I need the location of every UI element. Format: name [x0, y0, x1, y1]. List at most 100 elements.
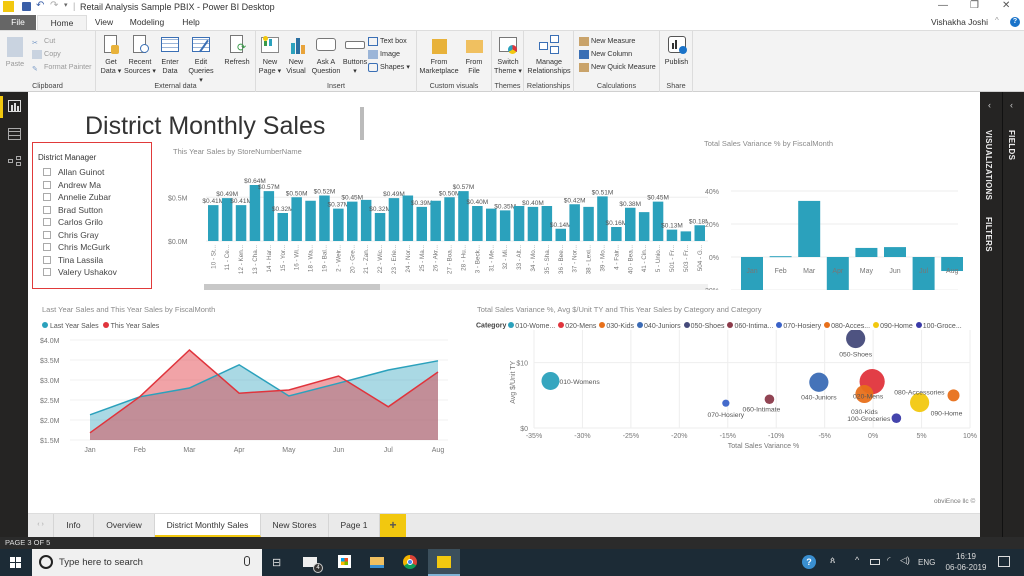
- legend-item[interactable]: 040-Juniors: [637, 322, 681, 330]
- store-icon[interactable]: [338, 555, 351, 568]
- legend-item[interactable]: 100-Groce...: [915, 322, 962, 330]
- slicer-item[interactable]: Chris McGurk: [43, 241, 110, 253]
- expand-visualizations-icon[interactable]: ‹: [988, 100, 991, 110]
- legend-item[interactable]: 030-Kids: [599, 322, 634, 330]
- publish-button[interactable]: Publish: [662, 35, 691, 66]
- volume-icon[interactable]: ◁): [900, 555, 910, 566]
- people-icon[interactable]: ጰ: [830, 555, 835, 566]
- text-box-button[interactable]: Text box: [368, 35, 407, 47]
- edit-queries-button[interactable]: Edit Queries ▾: [186, 35, 216, 84]
- battery-icon[interactable]: [870, 559, 880, 565]
- slicer-item[interactable]: Annelie Zubar: [43, 191, 111, 203]
- slicer-item[interactable]: Allan Guinot: [43, 166, 104, 178]
- model-view-icon[interactable]: [8, 156, 22, 166]
- checkbox[interactable]: [43, 255, 51, 264]
- manage-relationships-button[interactable]: Manage Relationships: [525, 35, 573, 75]
- tab-modeling[interactable]: Modeling: [122, 15, 172, 30]
- cut-button[interactable]: ✂ Cut: [32, 35, 55, 47]
- scroll-tabs-buttons[interactable]: ‹ ›: [28, 514, 54, 537]
- new-quick-measure-button[interactable]: New Quick Measure: [579, 61, 656, 73]
- tab-file[interactable]: File: [0, 15, 36, 30]
- windows-start-icon[interactable]: [10, 557, 21, 568]
- slicer-item[interactable]: Valery Ushakov: [43, 266, 117, 278]
- help-icon[interactable]: ?: [1010, 17, 1020, 27]
- new-visual-button[interactable]: New Visual: [284, 35, 308, 75]
- tab-home[interactable]: Home: [37, 15, 87, 30]
- action-center-icon[interactable]: [998, 556, 1010, 567]
- checkbox[interactable]: [43, 268, 51, 276]
- checkbox[interactable]: [43, 205, 51, 214]
- help-tray-icon[interactable]: ?: [802, 555, 816, 569]
- add-page-button[interactable]: +: [380, 514, 406, 537]
- shapes-button[interactable]: Shapes ▾: [368, 61, 410, 73]
- file-explorer-icon[interactable]: [370, 557, 384, 568]
- show-hidden-icons[interactable]: ^: [855, 555, 859, 565]
- checkbox[interactable]: [43, 243, 51, 251]
- page-tab-info[interactable]: Info: [54, 514, 94, 537]
- from-file-button[interactable]: From File: [461, 35, 487, 75]
- copy-button[interactable]: Copy: [32, 48, 61, 60]
- slicer-item[interactable]: Chris Gray: [43, 229, 99, 241]
- language-indicator[interactable]: ENG: [918, 558, 935, 567]
- clock-date[interactable]: 06-06-2019: [941, 563, 991, 572]
- enter-data-button[interactable]: Enter Data: [158, 35, 182, 75]
- legend-item[interactable]: 060-Intima...: [727, 322, 773, 330]
- report-view-icon[interactable]: [8, 100, 21, 112]
- legend-item[interactable]: 080-Acces...: [824, 322, 870, 330]
- new-page-button[interactable]: New Page ▾: [258, 35, 282, 75]
- new-column-button[interactable]: New Column: [579, 48, 632, 60]
- microphone-icon[interactable]: [244, 556, 250, 566]
- slicer-item[interactable]: Brad Sutton: [43, 204, 103, 216]
- legend-item[interactable]: 020-Mens: [558, 322, 596, 330]
- tab-view[interactable]: View: [88, 15, 120, 30]
- tab-help[interactable]: Help: [176, 15, 206, 30]
- paste-button[interactable]: Paste: [4, 37, 26, 68]
- checkbox[interactable]: [43, 168, 51, 176]
- restore-button[interactable]: ❐: [970, 0, 979, 11]
- legend-item[interactable]: 070-Hosiery: [776, 322, 821, 330]
- expand-fields-icon[interactable]: ‹: [1010, 100, 1013, 110]
- legend-item[interactable]: 050-Shoes: [683, 322, 724, 330]
- filters-pane-tab[interactable]: FILTERS: [984, 217, 993, 252]
- checkbox[interactable]: [43, 193, 51, 201]
- task-view-icon[interactable]: ⊟: [272, 556, 281, 569]
- from-marketplace-button[interactable]: From Marketplace: [419, 35, 459, 75]
- recent-sources-button[interactable]: Recent Sources ▾: [124, 35, 156, 75]
- switch-theme-button[interactable]: Switch Theme ▾: [493, 35, 523, 75]
- chrome-icon[interactable]: [403, 555, 417, 569]
- minimize-button[interactable]: —: [938, 0, 948, 11]
- quick-access-dropdown-icon[interactable]: ▾: [64, 1, 68, 9]
- legend-item[interactable]: This Year Sales: [102, 322, 159, 330]
- collapse-ribbon-icon[interactable]: ^: [995, 16, 999, 25]
- get-data-button[interactable]: Get Data ▾: [100, 35, 122, 75]
- chart-scrollbar-track[interactable]: [204, 284, 708, 290]
- taskbar-search-box[interactable]: Type here to search: [32, 549, 262, 576]
- undo-icon[interactable]: ↶: [36, 0, 44, 11]
- powerbi-taskbar-button[interactable]: [428, 549, 460, 576]
- data-view-icon[interactable]: [8, 128, 21, 140]
- redo-icon[interactable]: ↷: [50, 0, 58, 11]
- page-tab-district-monthly-sales[interactable]: District Monthly Sales: [155, 514, 261, 537]
- format-painter-button[interactable]: ✎ Format Painter: [32, 61, 92, 73]
- checkbox[interactable]: [43, 180, 51, 189]
- chart-scrollbar-thumb[interactable]: [204, 284, 380, 290]
- legend-item[interactable]: 090-Home: [873, 322, 913, 330]
- page-tab-page-1[interactable]: Page 1: [329, 514, 380, 537]
- page-tab-new-stores[interactable]: New Stores: [261, 514, 329, 537]
- legend-item[interactable]: 010-Wome...: [508, 322, 555, 330]
- checkbox[interactable]: [43, 218, 51, 226]
- refresh-button[interactable]: ⟳ Refresh: [222, 35, 252, 66]
- buttons-button[interactable]: Buttons ▾: [342, 35, 368, 75]
- image-button[interactable]: Image: [368, 48, 400, 60]
- ask-question-button[interactable]: Ask A Question: [310, 35, 342, 75]
- wifi-icon[interactable]: ◜: [887, 555, 891, 566]
- checkbox[interactable]: [43, 230, 51, 239]
- slicer-item[interactable]: Andrew Ma: [43, 179, 101, 191]
- save-icon[interactable]: [22, 2, 31, 11]
- user-name[interactable]: Vishakha Joshi: [931, 17, 988, 27]
- fields-pane-tab[interactable]: FIELDS: [1007, 130, 1016, 160]
- slicer-item[interactable]: Tina Lassila: [43, 254, 103, 266]
- slicer-item[interactable]: Carlos Grilo: [43, 216, 103, 228]
- clock-time[interactable]: 16:19: [945, 552, 987, 561]
- legend-item[interactable]: Last Year Sales: [42, 322, 99, 330]
